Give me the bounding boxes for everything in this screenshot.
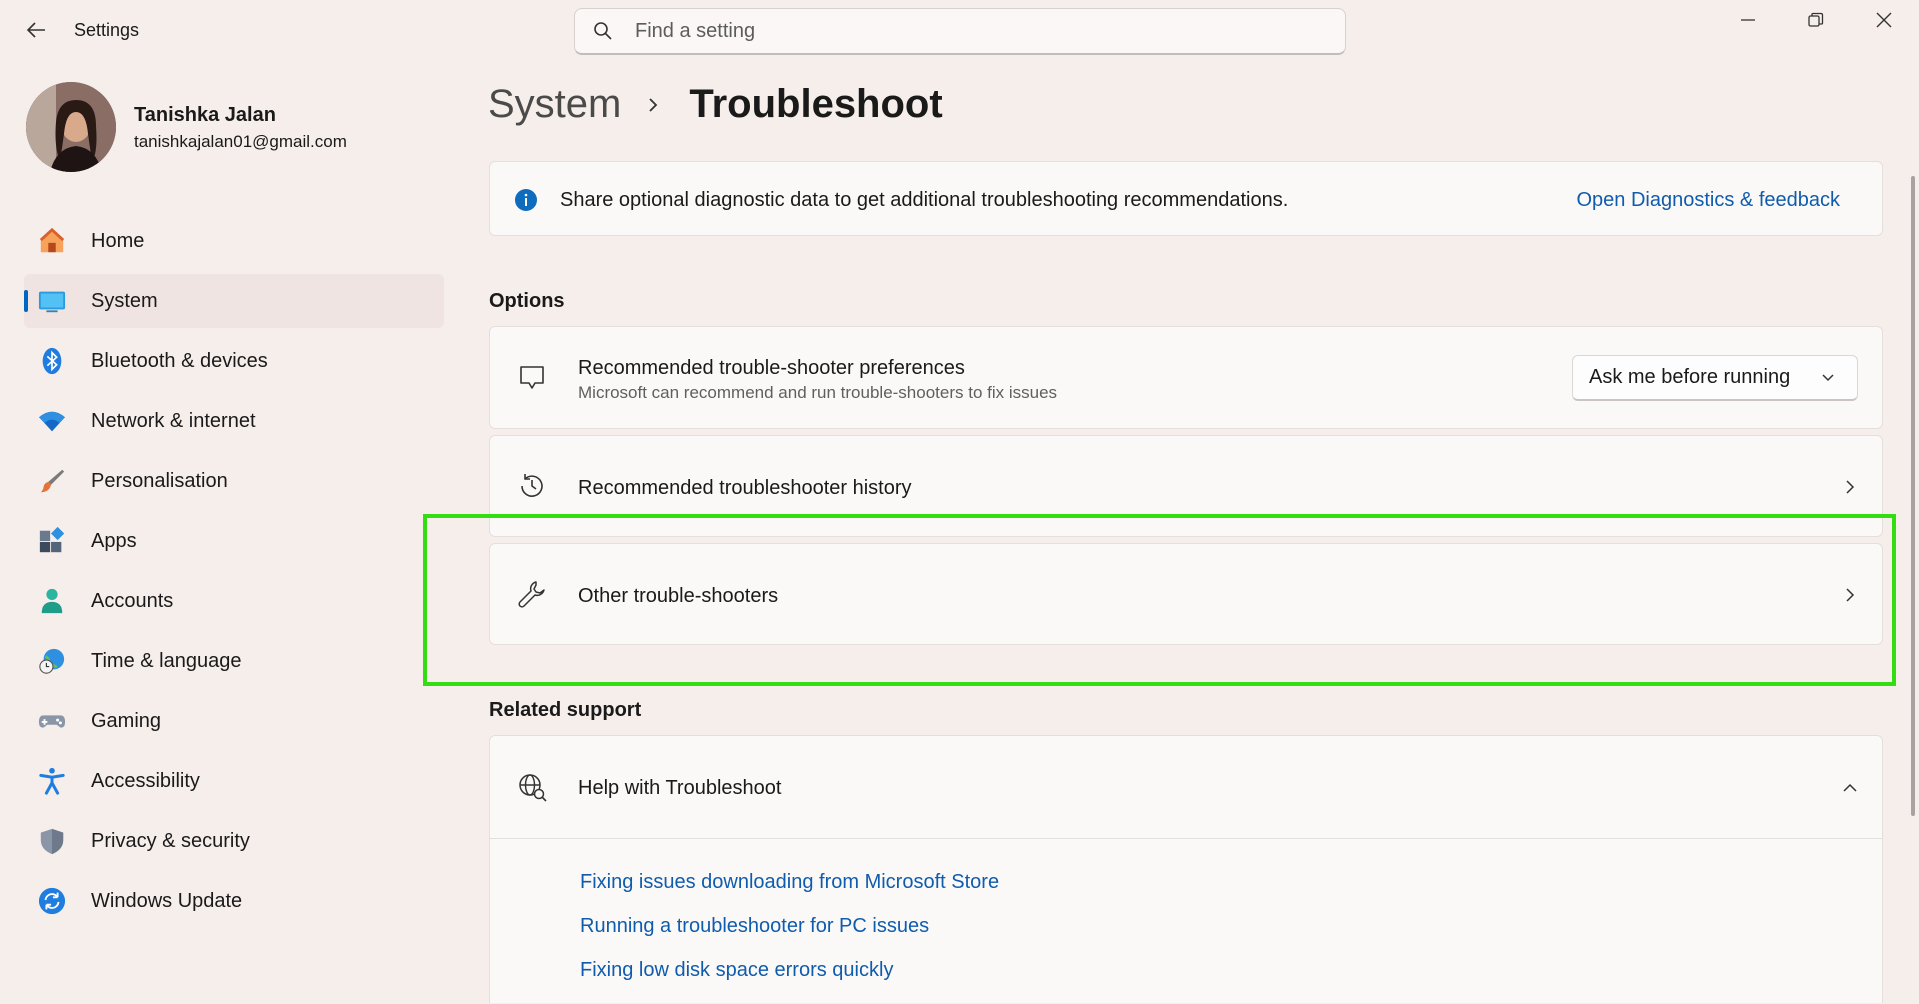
help-link-disk-space[interactable]: Fixing low disk space errors quickly bbox=[580, 956, 999, 1000]
sidebar-item-system[interactable]: System bbox=[24, 274, 444, 328]
search-input[interactable] bbox=[635, 19, 1315, 43]
globe-search-icon bbox=[516, 771, 548, 803]
search-box[interactable] bbox=[574, 8, 1346, 55]
minimize-icon bbox=[1741, 19, 1755, 21]
options-heading: Options bbox=[489, 290, 565, 312]
info-text: Share optional diagnostic data to get ad… bbox=[560, 189, 1289, 211]
user-profile[interactable]: Tanishka Jalan tanishkajalan01@gmail.com bbox=[26, 82, 446, 172]
shield-icon bbox=[38, 827, 66, 855]
sidebar-item-privacy[interactable]: Privacy & security bbox=[24, 814, 444, 868]
sidebar-item-time-language[interactable]: Time & language bbox=[24, 634, 444, 688]
sidebar-item-label: Privacy & security bbox=[91, 829, 250, 852]
globe-clock-icon bbox=[38, 647, 66, 675]
sidebar-item-windows-update[interactable]: Windows Update bbox=[24, 874, 444, 928]
close-button[interactable] bbox=[1850, 0, 1918, 40]
breadcrumb: System Troubleshoot bbox=[488, 82, 943, 127]
sidebar-item-accessibility[interactable]: Accessibility bbox=[24, 754, 444, 808]
sidebar-item-label: Accounts bbox=[91, 589, 174, 612]
sidebar-item-label: Windows Update bbox=[91, 889, 243, 912]
sidebar-nav: Home System Bluetooth & devices Network … bbox=[24, 214, 444, 934]
system-icon bbox=[38, 287, 66, 315]
history-icon bbox=[516, 470, 548, 502]
preferences-subtitle: Microsoft can recommend and run trouble-… bbox=[578, 383, 1058, 402]
breadcrumb-parent[interactable]: System bbox=[488, 82, 621, 127]
bluetooth-icon bbox=[38, 347, 66, 375]
home-icon bbox=[38, 227, 66, 255]
back-button[interactable] bbox=[20, 14, 52, 46]
preferences-card: Recommended trouble-shooter preferences … bbox=[489, 326, 1883, 429]
search-icon bbox=[591, 19, 615, 43]
chevron-down-icon bbox=[1822, 374, 1834, 382]
help-link-pc-issues[interactable]: Running a troubleshooter for PC issues bbox=[580, 912, 999, 956]
restore-button[interactable] bbox=[1782, 0, 1850, 40]
sidebar-item-accounts[interactable]: Accounts bbox=[24, 574, 444, 628]
app-title: Settings bbox=[74, 20, 140, 40]
open-diagnostics-link[interactable]: Open Diagnostics & feedback bbox=[1577, 189, 1841, 212]
help-links: Fixing issues downloading from Microsoft… bbox=[580, 868, 999, 1000]
help-link-store[interactable]: Fixing issues downloading from Microsoft… bbox=[580, 868, 999, 912]
profile-email: tanishkajalan01@gmail.com bbox=[134, 132, 347, 151]
diagnostic-info-banner: Share optional diagnostic data to get ad… bbox=[489, 161, 1883, 236]
chevron-right-icon bbox=[645, 96, 663, 114]
info-icon bbox=[514, 188, 538, 212]
minimize-button[interactable] bbox=[1714, 0, 1782, 40]
help-troubleshoot-header[interactable]: Help with Troubleshoot bbox=[490, 736, 1882, 839]
sidebar-item-label: Apps bbox=[91, 529, 137, 552]
chat-bubble-icon bbox=[516, 361, 548, 393]
highlight-box bbox=[423, 514, 1896, 686]
brush-icon bbox=[38, 467, 66, 495]
sidebar-item-label: Network & internet bbox=[91, 409, 256, 432]
sidebar-item-label: Time & language bbox=[91, 649, 242, 672]
close-icon bbox=[1876, 12, 1892, 28]
sidebar-item-apps[interactable]: Apps bbox=[24, 514, 444, 568]
gamepad-icon bbox=[38, 707, 66, 735]
page-title: Troubleshoot bbox=[689, 82, 943, 126]
update-icon bbox=[38, 887, 66, 915]
profile-name: Tanishka Jalan bbox=[134, 104, 276, 126]
accessibility-icon bbox=[38, 767, 66, 795]
apps-icon bbox=[38, 526, 66, 555]
chevron-right-icon bbox=[1840, 477, 1860, 497]
dropdown-selected-value: Ask me before running bbox=[1589, 366, 1791, 388]
sidebar-item-personalisation[interactable]: Personalisation bbox=[24, 454, 444, 508]
troubleshooter-preference-dropdown[interactable]: Ask me before running bbox=[1572, 355, 1858, 401]
sidebar-item-label: System bbox=[91, 289, 158, 312]
sidebar-item-label: Home bbox=[91, 229, 145, 252]
account-icon bbox=[38, 587, 66, 615]
restore-icon bbox=[1808, 12, 1824, 27]
wifi-icon bbox=[38, 407, 66, 435]
help-troubleshoot-title: Help with Troubleshoot bbox=[578, 777, 782, 799]
sidebar-item-bluetooth[interactable]: Bluetooth & devices bbox=[24, 334, 444, 388]
sidebar-item-label: Accessibility bbox=[91, 769, 200, 792]
sidebar-item-home[interactable]: Home bbox=[24, 214, 444, 268]
sidebar-item-label: Personalisation bbox=[91, 469, 228, 492]
sidebar-item-label: Gaming bbox=[91, 709, 162, 732]
related-support-heading: Related support bbox=[489, 699, 642, 721]
sidebar-item-network[interactable]: Network & internet bbox=[24, 394, 444, 448]
back-arrow-icon bbox=[26, 22, 45, 38]
avatar bbox=[26, 82, 116, 172]
chevron-up-icon bbox=[1840, 778, 1860, 798]
scrollbar[interactable] bbox=[1911, 176, 1915, 816]
preferences-title: Recommended trouble-shooter preferences bbox=[578, 357, 965, 379]
history-title: Recommended troubleshooter history bbox=[578, 477, 912, 499]
sidebar-item-label: Bluetooth & devices bbox=[91, 349, 268, 372]
title-bar: Settings bbox=[0, 0, 1919, 64]
sidebar-item-gaming[interactable]: Gaming bbox=[24, 694, 444, 748]
